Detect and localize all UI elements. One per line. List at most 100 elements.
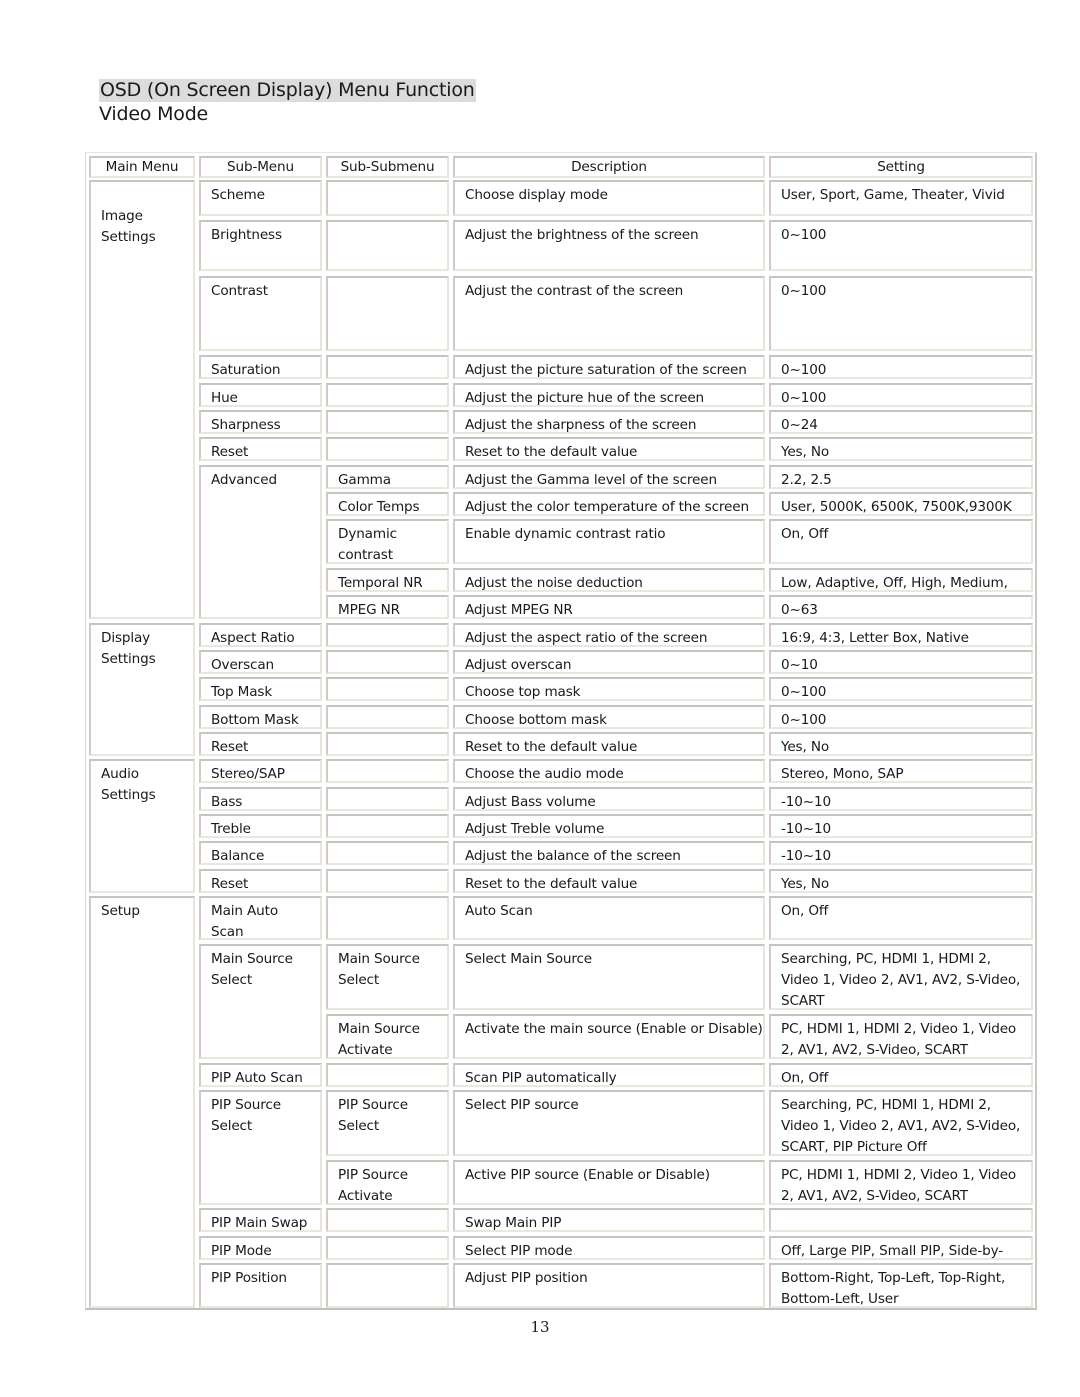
sub-submenu-cell — [326, 437, 449, 461]
sub-menu-cell: Brightness — [199, 220, 322, 271]
setting-cell: On, Off — [769, 1063, 1033, 1087]
header-sub-submenu: Sub-Submenu — [326, 156, 449, 178]
setting-cell: 0~100 — [769, 383, 1033, 407]
setting-cell: 2.2, 2.5 — [769, 465, 1033, 489]
description-cell: Adjust the picture saturation of the scr… — [453, 355, 765, 379]
sub-submenu-cell — [326, 1236, 449, 1260]
description-cell: Reset to the default value — [453, 437, 765, 461]
description-cell: Adjust the color temperature of the scre… — [453, 492, 765, 516]
description-cell: Adjust overscan — [453, 650, 765, 674]
setting-cell: Bottom-Right, Top-Left, Top-Right, Botto… — [769, 1263, 1033, 1308]
sub-menu-cell: PIP Position — [199, 1263, 322, 1308]
sub-menu-cell: Aspect Ratio — [199, 623, 322, 647]
sub-submenu-cell — [326, 220, 449, 271]
sub-menu-cell: Bottom Mask — [199, 705, 322, 729]
main-menu-cell: Display Settings — [89, 623, 195, 756]
setting-cell: 0~24 — [769, 410, 1033, 434]
sub-menu-cell: Reset — [199, 437, 322, 461]
setting-cell: Off, Large PIP, Small PIP, Side-by-Side — [769, 1236, 1033, 1280]
sub-menu-cell: PIP Main Swap — [199, 1208, 322, 1232]
description-cell: Adjust the contrast of the screen — [453, 276, 765, 351]
sub-submenu-cell: Gamma — [326, 465, 449, 489]
sub-submenu-cell: Main Source Select — [326, 944, 449, 1010]
setting-cell — [769, 1208, 1033, 1232]
description-cell: Adjust the picture hue of the screen — [453, 383, 765, 407]
sub-menu-cell: Saturation — [199, 355, 322, 379]
description-cell: Activate the main source (Enable or Disa… — [453, 1014, 765, 1059]
header-setting: Setting — [769, 156, 1033, 178]
sub-menu-cell: Reset — [199, 869, 322, 893]
section-subtitle: Video Mode — [99, 103, 209, 125]
sub-submenu-cell — [326, 180, 449, 216]
sub-submenu-cell: Temporal NR — [326, 568, 449, 592]
description-cell: Reset to the default value — [453, 869, 765, 893]
setting-cell: 16:9, 4:3, Letter Box, Native — [769, 623, 1033, 647]
sub-menu-cell: Overscan — [199, 650, 322, 674]
sub-menu-cell: Reset — [199, 732, 322, 756]
setting-cell: -10~10 — [769, 841, 1033, 865]
sub-submenu-cell — [326, 732, 449, 756]
sub-submenu-cell — [326, 276, 449, 351]
sub-submenu-cell — [326, 650, 449, 674]
sub-menu-cell: Contrast — [199, 276, 322, 351]
sub-menu-cell: Sharpness — [199, 410, 322, 434]
header-sub-menu: Sub-Menu — [199, 156, 322, 178]
sub-submenu-cell — [326, 705, 449, 729]
setting-cell: User, 5000K, 6500K, 7500K,9300K — [769, 492, 1033, 516]
description-cell: Active PIP source (Enable or Disable) — [453, 1160, 765, 1205]
description-cell: Select PIP mode — [453, 1236, 765, 1260]
setting-cell: User, Sport, Game, Theater, Vivid — [769, 180, 1033, 216]
section-title: OSD (On Screen Display) Menu Function — [99, 79, 476, 102]
description-cell: Adjust the noise deduction — [453, 568, 765, 592]
sub-menu-cell: Stereo/SAP — [199, 759, 322, 783]
sub-menu-cell: PIP Source Select — [199, 1090, 322, 1205]
sub-submenu-cell: MPEG NR — [326, 595, 449, 619]
sub-submenu-cell — [326, 410, 449, 434]
sub-submenu-cell: Color Temps — [326, 492, 449, 516]
setting-cell: Searching, PC, HDMI 1, HDMI 2, Video 1, … — [769, 944, 1033, 1010]
sub-menu-cell: PIP Auto Scan — [199, 1063, 322, 1087]
setting-cell: 0~10 — [769, 650, 1033, 674]
sub-submenu-cell — [326, 814, 449, 838]
description-cell: Adjust the sharpness of the screen — [453, 410, 765, 434]
description-cell: Adjust the Gamma level of the screen — [453, 465, 765, 489]
sub-menu-cell: Advanced — [199, 465, 322, 619]
sub-menu-cell: Top Mask — [199, 677, 322, 701]
sub-submenu-cell — [326, 677, 449, 701]
description-cell: Adjust Bass volume — [453, 787, 765, 811]
setting-cell: Searching, PC, HDMI 1, HDMI 2, Video 1, … — [769, 1090, 1033, 1156]
setting-cell: Low, Adaptive, Off, High, Medium, — [769, 568, 1033, 592]
setting-cell: Yes, No — [769, 732, 1033, 756]
description-cell: Reset to the default value — [453, 732, 765, 756]
sub-submenu-cell — [326, 623, 449, 647]
sub-menu-cell: PIP Mode — [199, 1236, 322, 1260]
sub-menu-cell: Hue — [199, 383, 322, 407]
description-cell: Scan PIP automatically — [453, 1063, 765, 1087]
sub-submenu-cell — [326, 1208, 449, 1232]
sub-menu-cell: Main Auto Scan — [199, 896, 322, 940]
setting-cell: 0~100 — [769, 355, 1033, 379]
sub-submenu-cell: Dynamic contrast — [326, 519, 449, 564]
page-number: 13 — [530, 1318, 550, 1336]
main-menu-cell: Setup — [89, 896, 195, 1308]
description-cell: Adjust the aspect ratio of the screen — [453, 623, 765, 647]
setting-cell: 0~100 — [769, 220, 1033, 271]
setting-cell: 0~100 — [769, 677, 1033, 701]
sub-submenu-cell — [326, 759, 449, 783]
sub-menu-cell: Scheme — [199, 180, 322, 216]
setting-cell: PC, HDMI 1, HDMI 2, Video 1, Video 2, AV… — [769, 1160, 1033, 1205]
description-cell: Adjust PIP position — [453, 1263, 765, 1308]
description-cell: Adjust the balance of the screen — [453, 841, 765, 865]
header-main-menu: Main Menu — [89, 156, 195, 178]
sub-menu-cell: Balance — [199, 841, 322, 865]
setting-cell: On, Off — [769, 896, 1033, 940]
description-cell: Adjust MPEG NR — [453, 595, 765, 619]
setting-cell: Yes, No — [769, 869, 1033, 893]
sub-menu-cell: Treble — [199, 814, 322, 838]
setting-cell: 0~100 — [769, 276, 1033, 351]
sub-menu-cell: Bass — [199, 787, 322, 811]
sub-submenu-cell: Main Source Activate — [326, 1014, 449, 1059]
setting-cell: -10~10 — [769, 814, 1033, 838]
sub-submenu-cell — [326, 787, 449, 811]
setting-cell: Yes, No — [769, 437, 1033, 461]
